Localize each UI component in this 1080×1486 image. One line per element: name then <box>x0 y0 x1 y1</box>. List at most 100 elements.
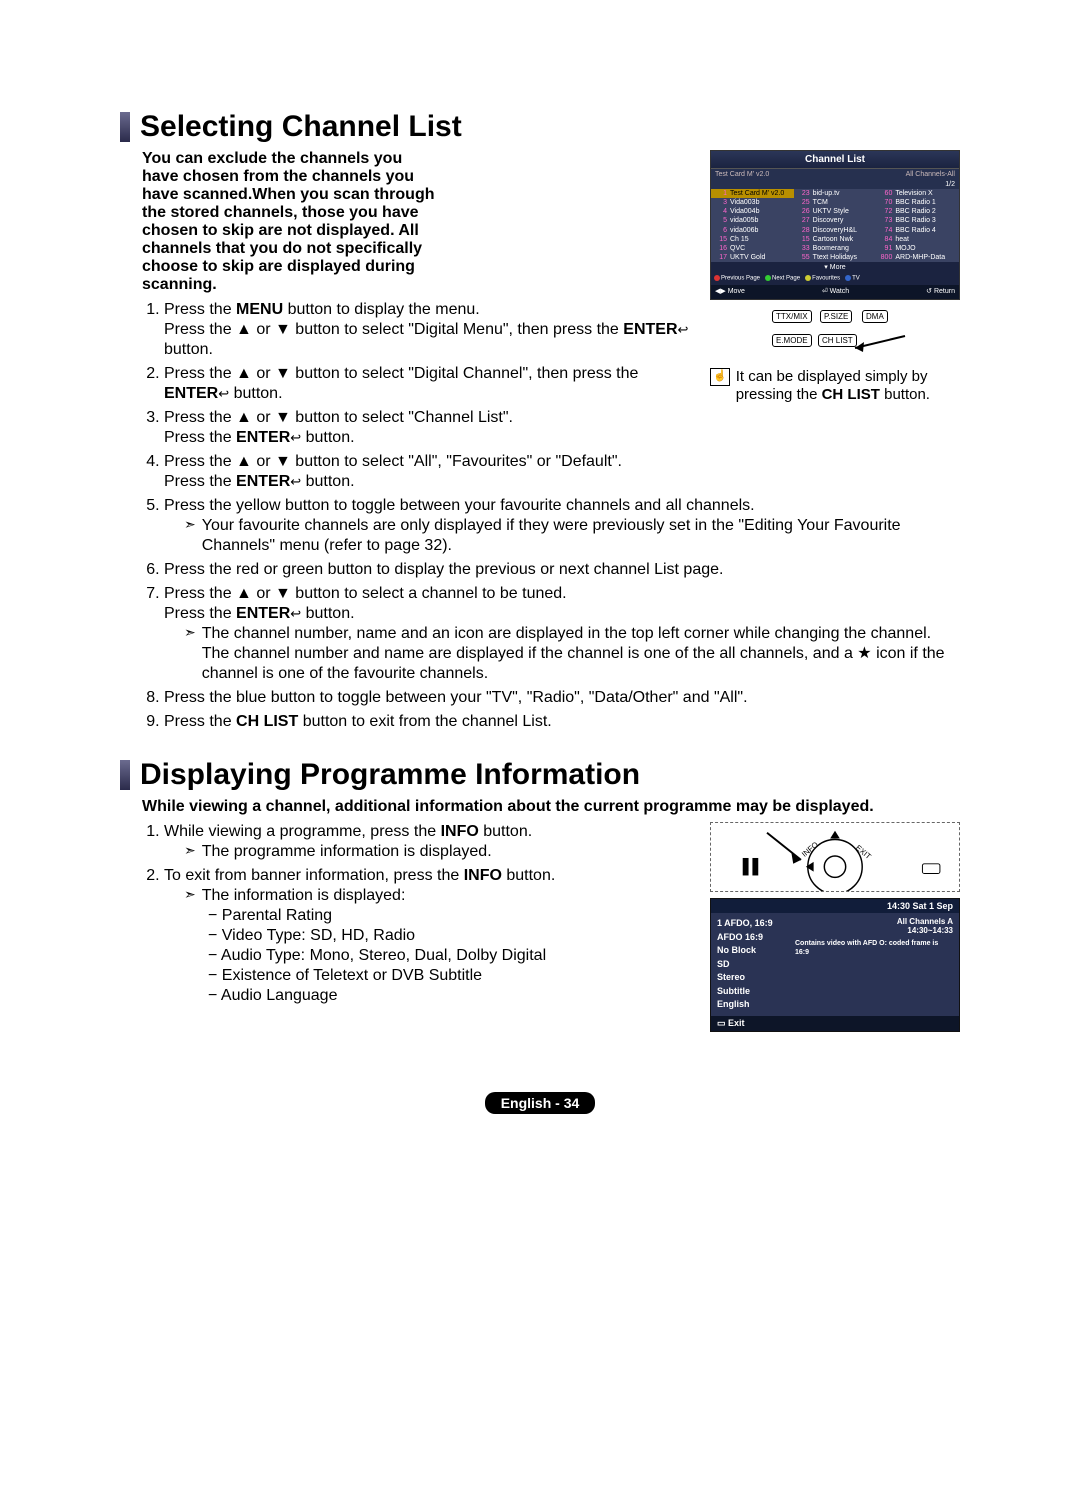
chlist-note: ☝ It can be displayed simply by pressing… <box>710 368 960 406</box>
osd-row: 72BBC Radio 2 <box>876 207 959 216</box>
footer-page-label: English - 34 <box>485 1092 596 1114</box>
s2-step-2: To exit from banner information, press t… <box>164 866 702 1006</box>
osd-row: 15Cartoon Nwk <box>794 235 877 244</box>
pointer-icon: ➣ <box>184 624 196 684</box>
osd-row: 17UKTV Gold <box>711 253 794 262</box>
info-osd: 14:30 Sat 1 Sep 1 AFDO, 16:9AFDO 16:9No … <box>710 898 960 1032</box>
dash-item: − Video Type: SD, HD, Radio <box>208 926 702 946</box>
info-osd-right: All Channels A 14:30~14:33 Contains vide… <box>789 913 959 1016</box>
osd-row: 60Television X <box>876 189 959 198</box>
section2-steps: While viewing a programme, press the INF… <box>164 822 702 1006</box>
info-left-item: English <box>717 998 783 1012</box>
section-heading-1: Selecting Channel List <box>120 110 960 144</box>
remote-diagram: TTX/MIX P.SIZE DMA E.MODE CH LIST <box>710 304 960 364</box>
step-5: Press the yellow button to toggle betwee… <box>164 496 960 556</box>
section-heading-2: Displaying Programme Information <box>120 758 960 792</box>
enter-icon <box>290 605 301 622</box>
osd-row: 23bid-up.tv <box>794 189 877 198</box>
info-osd-left: 1 AFDO, 16:9AFDO 16:9No BlockSDStereoSub… <box>711 913 789 1016</box>
down-arrow-icon <box>275 365 291 382</box>
osd-row: 84heat <box>876 235 959 244</box>
step-3: Press the or button to select "Channel L… <box>164 408 702 448</box>
section-title-2: Displaying Programme Information <box>140 758 640 792</box>
osd-row: 27Discovery <box>794 216 877 225</box>
info-left-item: 1 AFDO, 16:9 <box>717 917 783 931</box>
osd-row: 74BBC Radio 4 <box>876 226 959 235</box>
osd-row: 55Ttext Holidays <box>794 253 877 262</box>
down-arrow-icon <box>275 321 291 338</box>
osd-row: 91MOJO <box>876 244 959 253</box>
osd-row: 4Vida004b <box>711 207 794 216</box>
enter-icon <box>678 321 689 338</box>
red-dot-icon <box>714 275 720 281</box>
osd-row: 33Boomerang <box>794 244 877 253</box>
pointer-icon: ➣ <box>184 886 196 906</box>
step-2: Press the or button to select "Digital C… <box>164 364 702 404</box>
exit-label: EXIT <box>854 843 873 861</box>
section1-steps: Press the MENU button to display the men… <box>164 300 702 492</box>
osd-legend: Previous Page Next Page Favourites TV <box>711 273 959 285</box>
enter-icon <box>218 385 229 402</box>
info-left-item: SD <box>717 958 783 972</box>
heading-bar-icon <box>120 112 130 142</box>
section1-intro: You can exclude the channels you have ch… <box>142 150 442 294</box>
down-arrow-icon <box>275 409 291 426</box>
step-4: Press the or button to select "All", "Fa… <box>164 452 702 492</box>
hand-note-icon: ☝ <box>710 368 730 386</box>
info-remote-svg: INFO EXIT <box>711 823 959 891</box>
remote-btn-ttxmix: TTX/MIX <box>772 310 812 323</box>
osd-title: Channel List <box>711 151 959 169</box>
watch-label: Watch <box>822 287 849 296</box>
osd-row: 70BBC Radio 1 <box>876 198 959 207</box>
osd-row: 800ARD-MHP-Data <box>876 253 959 262</box>
enter-icon <box>290 429 301 446</box>
dash-item: − Audio Language <box>208 986 702 1006</box>
osd-row: 73BBC Radio 3 <box>876 216 959 225</box>
section2-intro: While viewing a channel, additional info… <box>142 798 960 816</box>
step-7: Press the or button to select a channel … <box>164 584 960 684</box>
osd-row: 5vida005b <box>711 216 794 225</box>
info-left-item: AFDO 16:9 <box>717 931 783 945</box>
info-osd-time: 14:30 Sat 1 Sep <box>711 899 959 913</box>
osd-subtitle: Test Card M' v2.0 All Channels-All <box>711 169 959 180</box>
up-arrow-icon <box>236 409 252 426</box>
info-remote-diagram: INFO EXIT <box>710 822 960 892</box>
osd-row: 15Ch 15 <box>711 235 794 244</box>
step-8: Press the blue button to toggle between … <box>164 688 960 708</box>
green-dot-icon <box>765 275 771 281</box>
up-arrow-icon <box>236 585 252 602</box>
return-label: Return <box>926 287 955 296</box>
move-label: Move <box>715 287 745 296</box>
star-icon <box>857 645 871 662</box>
osd-row: 1Test Card M' v2.0 <box>711 189 794 198</box>
page-footer: English - 34 <box>120 1092 960 1114</box>
info-osd-exit: Exit <box>711 1016 959 1031</box>
pointer-arrow-icon <box>850 330 940 360</box>
step-1: Press the MENU button to display the men… <box>164 300 702 360</box>
up-arrow-icon <box>236 321 252 338</box>
remote-btn-emode: E.MODE <box>772 334 812 347</box>
step-6: Press the red or green button to display… <box>164 560 960 580</box>
osd-row: 6vida006b <box>711 226 794 235</box>
dash-item: − Audio Type: Mono, Stereo, Dual, Dolby … <box>208 946 702 966</box>
osd-row: 28DiscoveryH&L <box>794 226 877 235</box>
blue-dot-icon <box>845 275 851 281</box>
osd-row: 16QVC <box>711 244 794 253</box>
osd-row: 3Vida003b <box>711 198 794 207</box>
yellow-dot-icon <box>805 275 811 281</box>
s2-step-1: While viewing a programme, press the INF… <box>164 822 702 862</box>
heading-bar-icon <box>120 760 130 790</box>
info-dash-list: − Parental Rating− Video Type: SD, HD, R… <box>208 906 702 1006</box>
enter-icon <box>290 473 301 490</box>
osd-more: ▾ More <box>711 262 959 273</box>
remote-btn-psize: P.SIZE <box>820 310 852 323</box>
section1-steps-cont: Press the yellow button to toggle betwee… <box>164 496 960 732</box>
osd-footer: Move Watch Return <box>711 285 959 298</box>
dash-item: − Parental Rating <box>208 906 702 926</box>
pointer-icon: ➣ <box>184 516 196 556</box>
section-title-1: Selecting Channel List <box>140 110 462 144</box>
up-arrow-icon <box>236 453 252 470</box>
step-9: Press the CH LIST button to exit from th… <box>164 712 960 732</box>
osd-body: 1Test Card M' v2.03Vida003b4Vida004b5vid… <box>711 189 959 262</box>
up-arrow-icon <box>236 365 252 382</box>
